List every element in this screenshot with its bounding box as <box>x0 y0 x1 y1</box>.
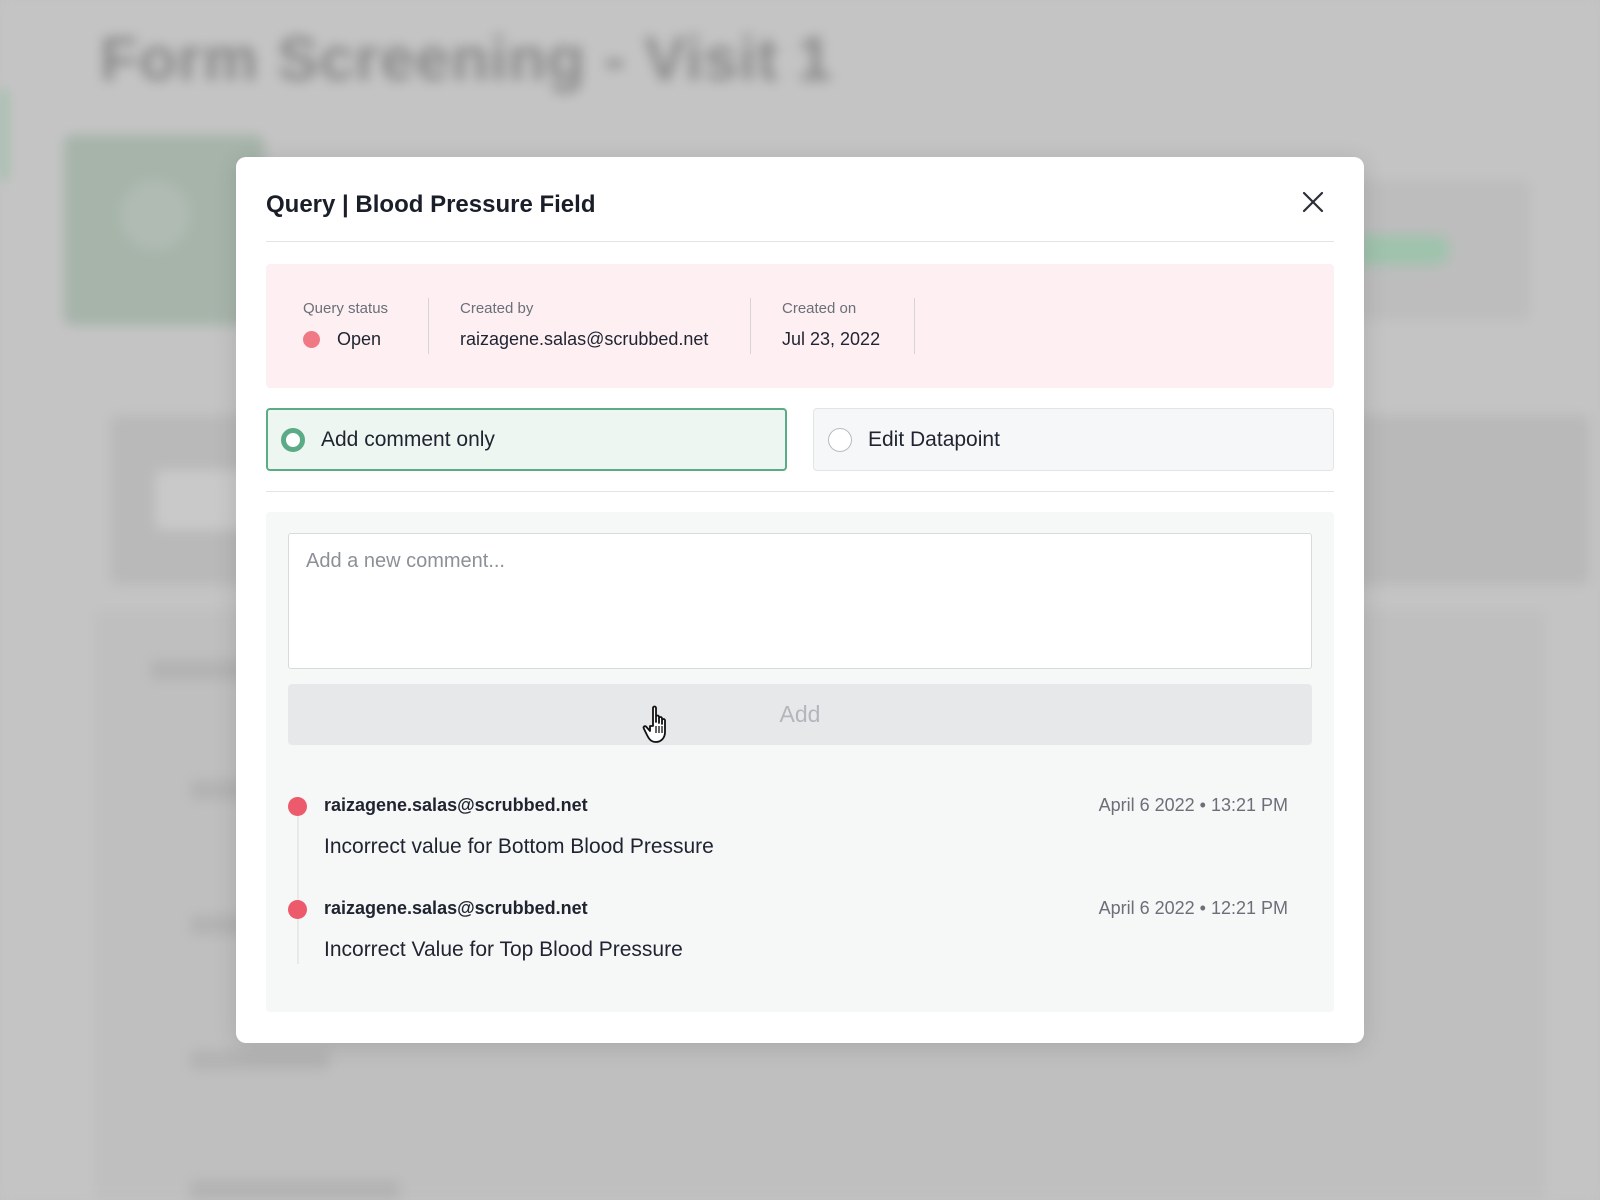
background-table-row <box>190 1050 330 1070</box>
comment-author: raizagene.salas@scrubbed.net <box>324 795 588 815</box>
query-status-text: Open <box>337 329 382 349</box>
created-by-section: Created by raizagene.salas@scrubbed.net <box>460 300 708 350</box>
close-icon <box>1302 191 1324 213</box>
comment-timestamp: April 6 2022 • 13:21 PM <box>1098 795 1288 815</box>
comment-input[interactable] <box>288 533 1312 669</box>
hand-cursor-icon <box>642 705 666 743</box>
modal-header: Query | Blood Pressure Field <box>266 187 1334 242</box>
info-divider <box>428 298 429 354</box>
query-status-value: Open <box>303 329 388 350</box>
modal-title: Query | Blood Pressure Field <box>266 191 596 218</box>
option-label: Edit Datapoint <box>868 427 1000 451</box>
close-button[interactable] <box>1298 187 1328 217</box>
created-on-value: Jul 23, 2022 <box>782 329 881 349</box>
comment-dot-icon <box>288 900 307 919</box>
query-status-section: Query status Open <box>303 300 388 350</box>
option-add-comment-only[interactable]: Add comment only <box>266 408 787 471</box>
option-edit-datapoint[interactable]: Edit Datapoint <box>813 408 1334 471</box>
created-on-section: Created on Jul 23, 2022 <box>782 300 880 350</box>
radio-selected-icon[interactable] <box>281 427 305 452</box>
comment-timestamp: April 6 2022 • 12:21 PM <box>1098 898 1288 918</box>
comment-timeline <box>297 814 299 964</box>
background-accent-bar <box>0 90 8 180</box>
created-by-value: raizagene.salas@scrubbed.net <box>460 329 709 349</box>
created-on-label: Created on <box>782 300 857 317</box>
query-info-card: Query status Open Created by raizagene.s… <box>266 264 1334 388</box>
comment-dot-icon <box>288 797 307 816</box>
created-by-label: Created by <box>460 300 534 317</box>
comment-author: raizagene.salas@scrubbed.net <box>324 898 588 918</box>
background-avatar-icon <box>120 180 190 250</box>
background-page-title: Form Screening - Visit 1 <box>100 25 833 94</box>
query-status-label: Query status <box>303 300 389 317</box>
add-comment-button[interactable]: Add <box>288 684 1312 745</box>
comments-panel: Add raizagene.salas@scrubbed.net April 6… <box>266 512 1334 1012</box>
radio-unselected-icon[interactable] <box>828 427 852 452</box>
option-label: Add comment only <box>321 427 495 451</box>
info-divider <box>750 298 751 354</box>
info-divider <box>914 298 915 354</box>
status-dot-icon <box>303 331 320 348</box>
comment-text: Incorrect value for Bottom Blood Pressur… <box>324 835 714 858</box>
section-divider <box>266 491 1334 492</box>
query-modal: Query | Blood Pressure Field Query statu… <box>236 157 1364 1043</box>
comment-text: Incorrect Value for Top Blood Pressure <box>324 938 683 961</box>
background-table-row <box>190 1180 400 1200</box>
